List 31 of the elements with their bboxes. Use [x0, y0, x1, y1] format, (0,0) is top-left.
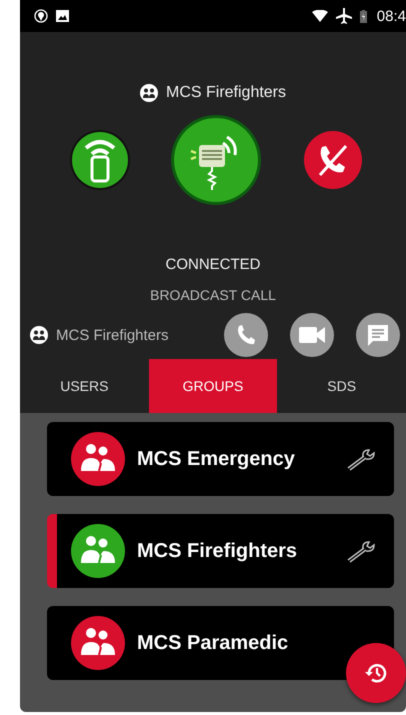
- push-to-talk-button[interactable]: [174, 118, 258, 202]
- phone-signal-button[interactable]: [72, 132, 128, 188]
- group-name: MCS Paramedic: [137, 632, 290, 654]
- tab[interactable]: SDS: [277, 359, 406, 413]
- battery-icon: [360, 10, 367, 22]
- group-icon: [30, 326, 48, 344]
- group-name: MCS Firefighters: [166, 84, 286, 102]
- group-name: MCS Emergency: [137, 448, 296, 470]
- wrench-icon[interactable]: [346, 539, 376, 563]
- history-button[interactable]: [346, 643, 406, 703]
- clock: 08:4: [376, 8, 406, 24]
- video-call-button[interactable]: [290, 313, 334, 357]
- video-camera-icon: [298, 324, 326, 346]
- call-type: BROADCAST CALL: [150, 287, 276, 303]
- call-button[interactable]: [224, 313, 268, 357]
- group-card[interactable]: MCS Emergency: [47, 422, 394, 496]
- tab[interactable]: GROUPS: [148, 359, 278, 413]
- airplane-icon: [336, 8, 352, 24]
- group-name: MCS Firefighters: [137, 540, 298, 562]
- wrench-icon[interactable]: [346, 447, 376, 471]
- message-button[interactable]: [356, 313, 400, 357]
- message-icon: [366, 323, 390, 347]
- call-status: CONNECTED: [165, 256, 260, 273]
- group-card[interactable]: MCS Firefighters: [47, 514, 394, 588]
- tab[interactable]: USERS: [20, 359, 149, 413]
- location-icon: [34, 9, 48, 23]
- image-icon: [56, 10, 69, 22]
- active-group-name: MCS Firefighters: [56, 326, 169, 344]
- group-icon: [140, 84, 158, 102]
- group-card[interactable]: MCS Paramedic: [47, 606, 394, 680]
- wifi-icon: [312, 10, 328, 22]
